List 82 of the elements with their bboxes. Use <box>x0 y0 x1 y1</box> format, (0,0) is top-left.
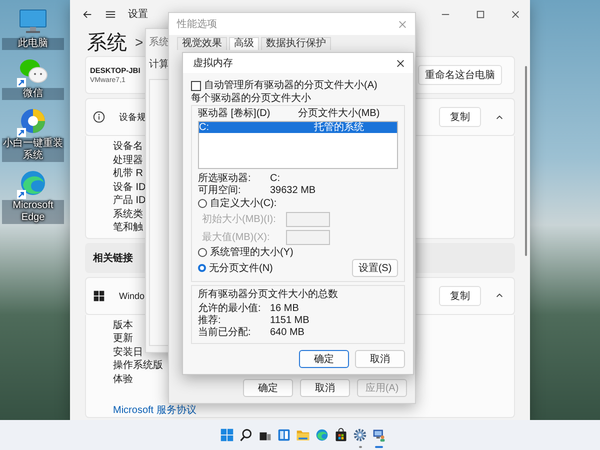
spec-label: 版本 <box>113 318 133 332</box>
close-icon[interactable] <box>396 58 405 68</box>
section-title: Windo <box>119 290 145 300</box>
info-value: 39632 MB <box>270 185 316 197</box>
search-icon[interactable] <box>239 428 253 442</box>
shopping-bag-icon[interactable] <box>334 428 348 442</box>
checkbox[interactable] <box>191 80 201 90</box>
spec-label: 系统类 <box>113 208 143 221</box>
checkbox-label[interactable]: 自动管理所有驱动器的分页文件大小(A) <box>204 79 378 92</box>
info-value: C: <box>270 173 280 185</box>
copy-button[interactable]: 复制 <box>439 107 481 127</box>
radio-button[interactable] <box>198 248 207 257</box>
info-label: 推荐: <box>198 315 222 326</box>
info-icon <box>93 111 105 123</box>
start-icon[interactable] <box>220 428 234 442</box>
icon-label: Microsoft Edge <box>2 200 64 224</box>
group-title: 所有驱动器分页文件大小的总数 <box>198 288 339 301</box>
spec-label: 更新 <box>113 332 133 346</box>
radio-label[interactable]: 系统管理的大小(Y) <box>210 246 294 259</box>
spec-label: 设备 ID <box>113 180 146 194</box>
scrollbar[interactable] <box>525 66 527 256</box>
field-label: 最大值(MB)(X): <box>202 230 271 244</box>
window-title: 性能选项 <box>177 18 217 31</box>
widgets-icon[interactable] <box>277 428 291 442</box>
copy-button[interactable]: 复制 <box>439 286 481 306</box>
dialog-button[interactable]: 确定 <box>243 379 293 397</box>
spec-label: 体验 <box>113 372 133 386</box>
folder-icon[interactable] <box>296 428 310 442</box>
related-links-label: 相关链接 <box>93 252 133 264</box>
spec-label: 产品 ID <box>113 194 146 208</box>
settings-icon[interactable] <box>353 428 367 442</box>
section-title: 设备规 <box>119 110 146 124</box>
settings-button[interactable]: 设置(S) <box>352 259 398 277</box>
breadcrumb-separator: > <box>135 34 144 50</box>
drive-letter: C: <box>199 122 210 133</box>
monitor-icon[interactable] <box>372 428 386 442</box>
icon-label: 小白一键重装系统 <box>2 138 64 162</box>
window-title: 设置 <box>128 8 148 21</box>
dialog-button[interactable]: 确定 <box>299 350 349 368</box>
info-label: 当前已分配: <box>198 327 252 339</box>
list-row[interactable]: C: 托管的系统 <box>199 122 397 133</box>
radio-button[interactable] <box>198 264 206 272</box>
tab[interactable]: 计算 <box>149 57 169 71</box>
column-header: 驱动器 [卷标](D) <box>198 108 272 120</box>
spec-label: 处理器 <box>113 154 143 167</box>
rename-button[interactable]: 重命名这台电脑 <box>418 65 502 85</box>
radio-label[interactable]: 无分页文件(N) <box>209 262 273 274</box>
info-label: 可用空间: <box>198 185 242 197</box>
windows-logo-icon <box>93 290 105 302</box>
icon-label: 微信 <box>2 88 64 100</box>
spec-label: 笔和触 <box>113 221 143 234</box>
dialog-button[interactable]: 取消 <box>355 350 405 368</box>
dialog-button[interactable]: 取消 <box>300 379 350 397</box>
field-label: 初始大小(MB)(I): <box>202 212 277 226</box>
tab[interactable]: 数据执行保护 <box>261 37 331 50</box>
back-icon[interactable] <box>82 8 93 20</box>
tab[interactable]: 高级 <box>229 37 259 50</box>
spec-label: 安装日 <box>113 346 143 359</box>
window-title: 系统 <box>149 36 169 49</box>
info-value: 16 MB <box>270 303 299 315</box>
info-value: 640 MB <box>270 327 304 339</box>
page-heading: 系统 <box>87 30 127 56</box>
info-label: 所选驱动器: <box>198 173 252 184</box>
column-header: 分页文件大小(MB) <box>298 108 381 120</box>
menu-icon[interactable] <box>105 8 116 20</box>
agreement-link[interactable]: Microsoft 服务协议 <box>113 404 196 417</box>
radio-button[interactable] <box>198 199 207 208</box>
tab[interactable]: 视觉效果 <box>177 37 227 50</box>
icon-label: 此电脑 <box>2 38 64 50</box>
spec-label: 操作系统版 <box>113 359 163 372</box>
page-file-size: 托管的系统 <box>313 122 365 133</box>
dialog-title: 虚拟内存 <box>193 56 233 70</box>
swirl-logo-icon[interactable] <box>315 428 329 442</box>
info-value: 1151 MB <box>270 315 310 327</box>
maximize-icon[interactable] <box>476 10 485 18</box>
spec-label: 机带 R <box>113 167 143 180</box>
spec-label: 设备名 <box>113 140 143 154</box>
close-icon[interactable] <box>511 10 520 18</box>
radio-label[interactable]: 自定义大小(C): <box>210 197 277 210</box>
group-title: 每个驱动器的分页文件大小 <box>191 93 312 105</box>
chevron-icon[interactable] <box>495 291 504 300</box>
info-label: 允许的最小值: <box>198 303 262 314</box>
